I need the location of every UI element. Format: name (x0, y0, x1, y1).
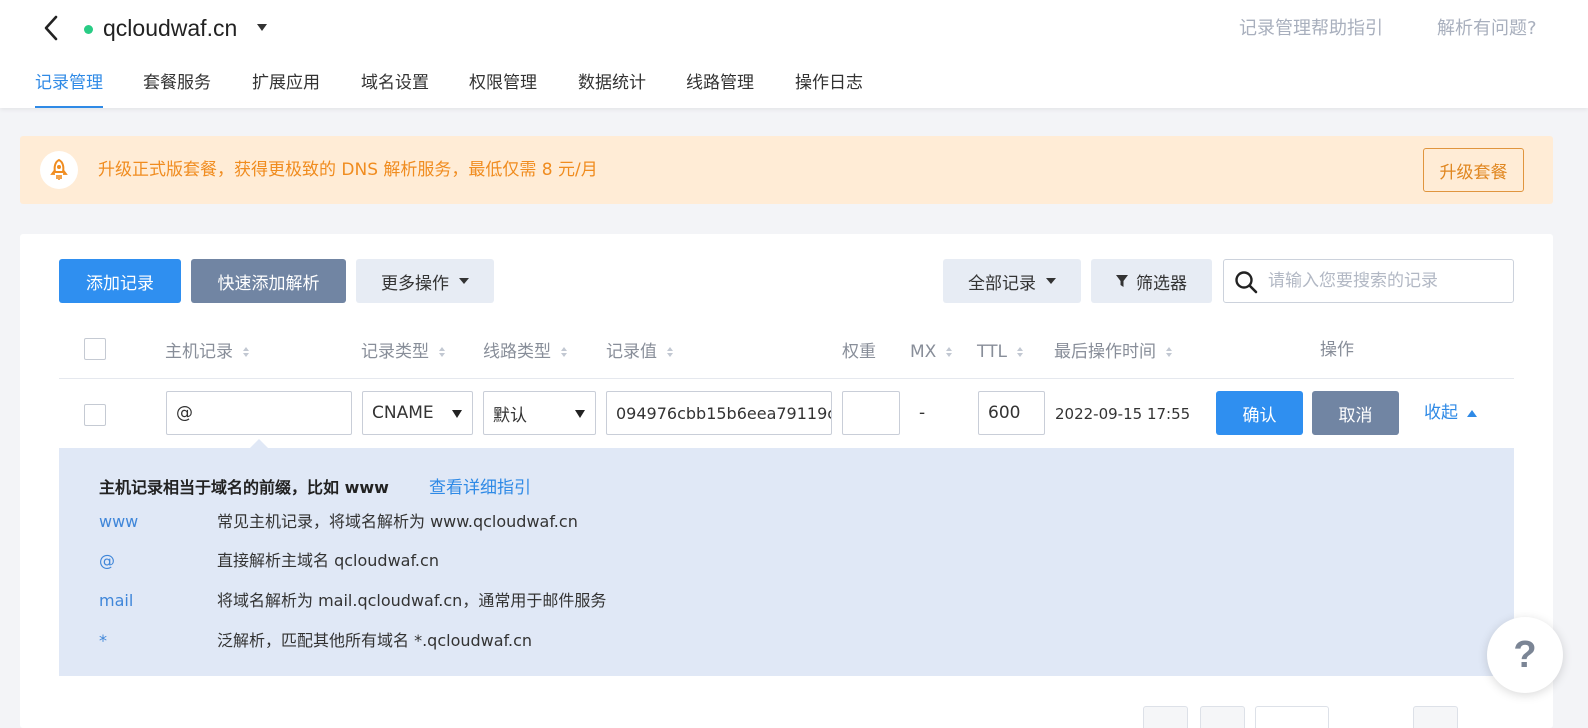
col-mx-label: MX (910, 342, 937, 362)
ttl-input[interactable]: 600 (988, 403, 1020, 423)
tab-record-management[interactable]: 记录管理 (35, 70, 103, 108)
record-type-select[interactable]: CNAME (362, 391, 473, 435)
record-value-input[interactable]: 094976cbb15b6eea79119cf (616, 404, 831, 423)
more-actions-label: 更多操作 (381, 273, 449, 294)
col-action: 操作 (1320, 340, 1354, 360)
record-help-guide-link[interactable]: 记录管理帮助指引 (1239, 15, 1383, 43)
upgrade-banner: 升级正式版套餐，获得更极致的 DNS 解析服务，最低仅需 8 元/月 升级套餐 (20, 136, 1553, 204)
record-type-value: CNAME (372, 403, 434, 423)
filter-label: 筛选器 (1136, 273, 1187, 294)
help-title: 主机记录相当于域名的前缀，比如 www (99, 478, 389, 497)
search-input[interactable] (1268, 268, 1503, 294)
quick-add-button[interactable]: 快速添加解析 (191, 259, 346, 303)
row-checkbox[interactable] (84, 404, 106, 426)
col-ttl-label: TTL (977, 342, 1007, 362)
back-button[interactable] (36, 12, 66, 44)
col-line[interactable]: 线路类型 (483, 340, 567, 364)
header-divider (59, 378, 1514, 379)
sort-icon (1016, 347, 1023, 357)
sort-icon (1166, 347, 1172, 357)
host-record-field[interactable] (166, 391, 352, 435)
filter-button[interactable]: 筛选器 (1091, 259, 1212, 303)
more-actions-button[interactable]: 更多操作 (356, 259, 494, 303)
col-host-label: 主机记录 (165, 342, 233, 362)
help-key: mail (99, 591, 134, 610)
collapse-link[interactable]: 收起 (1424, 401, 1477, 425)
col-value-label: 记录值 (606, 342, 657, 362)
records-card: 添加记录 快速添加解析 更多操作 全部记录 筛选器 主机记录 记录类型 线路类型… (20, 234, 1553, 728)
host-record-input[interactable] (176, 403, 351, 423)
help-desc: 直接解析主域名 qcloudwaf.cn (217, 551, 439, 570)
caret-down-icon (575, 410, 585, 418)
tab-statistics[interactable]: 数据统计 (578, 70, 646, 108)
domain-dropdown-icon[interactable] (257, 24, 267, 31)
sort-icon (243, 347, 249, 357)
select-all-checkbox[interactable] (84, 338, 106, 360)
col-line-label: 线路类型 (483, 342, 551, 362)
search-box (1223, 259, 1514, 303)
domain-title[interactable]: qcloudwaf.cn (103, 12, 237, 44)
tab-operation-log[interactable]: 操作日志 (795, 70, 863, 108)
help-key: @ (99, 551, 115, 570)
floating-help-button[interactable]: ? (1487, 617, 1563, 693)
col-weight: 权重 (842, 342, 876, 362)
caret-down-icon (452, 410, 462, 418)
col-type[interactable]: 记录类型 (361, 340, 445, 364)
sort-icon (946, 347, 953, 357)
col-last-op[interactable]: 最后操作时间 (1054, 340, 1172, 364)
cancel-button[interactable]: 取消 (1312, 391, 1399, 435)
add-record-button[interactable]: 添加记录 (59, 259, 181, 303)
pager-button[interactable] (1200, 706, 1245, 728)
col-value[interactable]: 记录值 (606, 340, 673, 364)
pager-prev-button[interactable] (1143, 706, 1188, 728)
caret-down-icon (1046, 278, 1056, 284)
caret-down-icon (459, 278, 469, 284)
tab-domain-settings[interactable]: 域名设置 (361, 70, 429, 108)
host-record-help-panel: 主机记录相当于域名的前缀，比如 www 查看详细指引 www 常见主机记录，将域… (59, 448, 1514, 676)
ttl-field[interactable]: 600 (978, 391, 1045, 435)
banner-text: 升级正式版套餐，获得更极致的 DNS 解析服务，最低仅需 8 元/月 (98, 160, 598, 180)
col-host[interactable]: 主机记录 (165, 340, 249, 364)
last-op-time: 2022-09-15 17:55 (1055, 405, 1191, 423)
help-desc: 泛解析，匹配其他所有域名 *.qcloudwaf.cn (217, 631, 533, 650)
col-ttl[interactable]: TTL (977, 340, 1023, 364)
all-records-dropdown[interactable]: 全部记录 (943, 259, 1081, 303)
mx-value: - (919, 403, 926, 423)
confirm-button[interactable]: 确认 (1216, 391, 1303, 435)
upgrade-package-button[interactable]: 升级套餐 (1423, 148, 1524, 192)
tab-extensions[interactable]: 扩展应用 (252, 70, 320, 108)
search-icon (1235, 271, 1258, 294)
pager-next-button[interactable] (1413, 706, 1458, 728)
chevron-left-icon (44, 15, 58, 41)
all-records-label: 全部记录 (968, 273, 1036, 294)
record-value-field[interactable]: 094976cbb15b6eea79119cf (606, 391, 832, 435)
weight-field[interactable] (842, 391, 900, 435)
rocket-icon (40, 151, 78, 189)
line-type-value: 默认 (493, 405, 527, 426)
help-desc: 常见主机记录，将域名解析为 www.qcloudwaf.cn (217, 512, 578, 531)
tab-line-management[interactable]: 线路管理 (686, 70, 754, 108)
help-desc: 将域名解析为 mail.qcloudwaf.cn，通常用于邮件服务 (217, 591, 607, 610)
col-last-op-label: 最后操作时间 (1054, 342, 1156, 362)
caret-up-icon (1467, 409, 1477, 417)
col-mx[interactable]: MX (910, 340, 953, 364)
sort-icon (561, 347, 567, 357)
top-header: qcloudwaf.cn 记录管理帮助指引 解析有问题? 记录管理 套餐服务 扩… (0, 0, 1588, 108)
pager-input[interactable] (1255, 706, 1329, 728)
help-key: www (99, 512, 139, 531)
resolve-problem-link[interactable]: 解析有问题? (1437, 15, 1537, 43)
funnel-icon (1116, 275, 1128, 287)
sort-icon (439, 347, 445, 357)
help-key: * (99, 631, 107, 650)
line-type-select[interactable]: 默认 (483, 391, 596, 435)
domain-status-dot (84, 25, 93, 34)
help-panel-pointer (250, 439, 268, 448)
tab-package-service[interactable]: 套餐服务 (143, 70, 211, 108)
col-type-label: 记录类型 (361, 342, 429, 362)
sort-icon (667, 347, 673, 357)
view-detail-guide-link[interactable]: 查看详细指引 (429, 476, 531, 500)
tab-permissions[interactable]: 权限管理 (469, 70, 537, 108)
collapse-label: 收起 (1424, 403, 1458, 423)
